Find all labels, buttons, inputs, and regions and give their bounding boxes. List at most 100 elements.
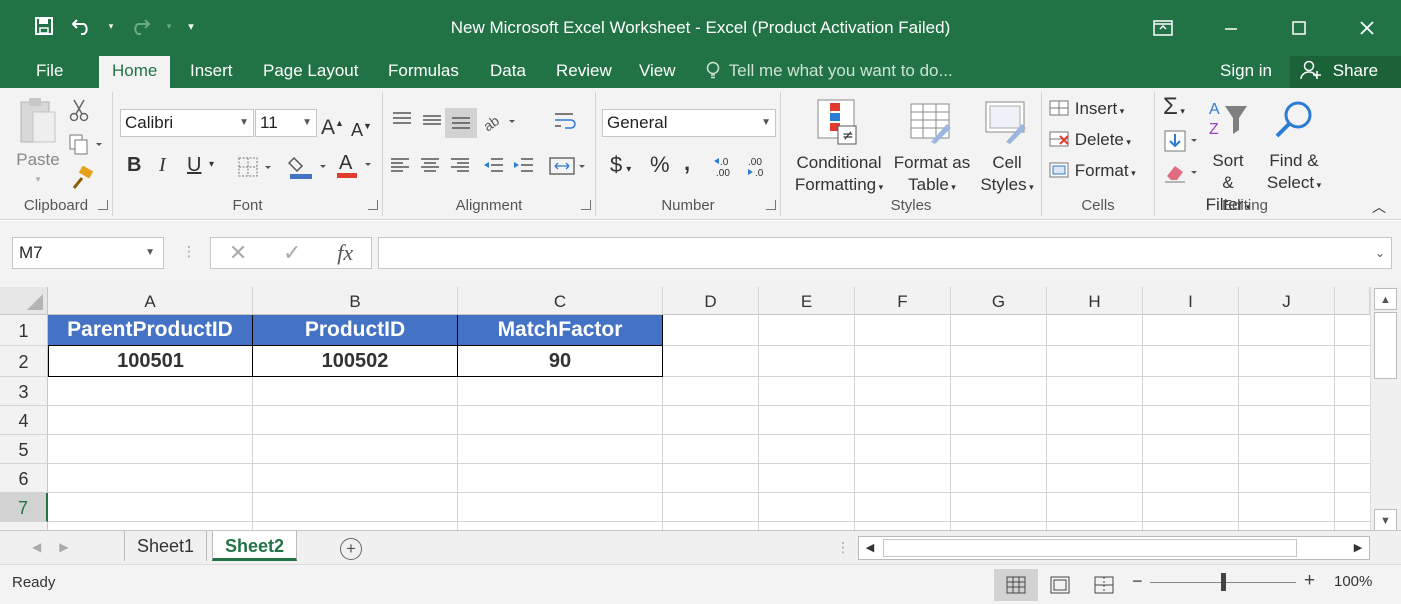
column-header-d[interactable]: D — [663, 287, 759, 315]
find-select-button[interactable]: Find & Select ▾ — [1263, 98, 1325, 196]
align-right-icon[interactable] — [449, 156, 471, 182]
share-button[interactable]: Share — [1290, 56, 1401, 88]
column-header-j[interactable]: J — [1239, 287, 1335, 315]
increase-decimal-icon[interactable]: .0.00 — [714, 156, 742, 184]
cancel-icon[interactable]: ✕ — [229, 240, 247, 266]
scroll-right-icon[interactable]: ▶ — [1347, 537, 1369, 559]
formula-input[interactable]: ⌄ — [378, 237, 1392, 269]
sign-in-link[interactable]: Sign in — [1220, 56, 1272, 86]
normal-view-icon[interactable] — [994, 569, 1038, 601]
increase-indent-icon[interactable] — [511, 156, 535, 182]
column-header-e[interactable]: E — [759, 287, 855, 315]
increase-font-size-icon[interactable]: A▲ — [321, 112, 344, 139]
page-layout-view-icon[interactable] — [1038, 569, 1082, 601]
zoom-slider-thumb[interactable] — [1221, 573, 1226, 591]
row-header-1[interactable]: 1 — [0, 315, 48, 346]
align-left-icon[interactable] — [389, 156, 411, 182]
horizontal-scrollbar[interactable]: ◀ ▶ — [858, 536, 1370, 560]
table-header-cell[interactable]: MatchFactor — [458, 315, 663, 346]
worksheet-grid[interactable]: A B C D E F G H I J 1 2 3 4 5 6 7 Parent… — [0, 287, 1401, 530]
delete-cells-button[interactable]: Delete ▾ — [1048, 129, 1131, 153]
underline-dropdown-icon[interactable]: ▾ — [209, 154, 214, 176]
accounting-format-button[interactable]: $ ▾ — [610, 154, 631, 181]
alignment-launcher-icon[interactable] — [581, 200, 591, 210]
zoom-out-button[interactable]: − — [1132, 571, 1143, 592]
ribbon-display-options-icon[interactable] — [1129, 0, 1197, 56]
tab-split-handle[interactable]: ⋮ — [836, 539, 850, 556]
scroll-left-icon[interactable]: ◀ — [859, 537, 881, 559]
autosum-icon[interactable]: Σ ▾ — [1163, 95, 1185, 122]
decrease-decimal-icon[interactable]: .00.0 — [746, 156, 774, 184]
row-header-6[interactable]: 6 — [0, 464, 48, 493]
cut-icon[interactable] — [68, 98, 92, 128]
fill-color-icon[interactable] — [287, 154, 328, 186]
fill-icon[interactable] — [1163, 130, 1199, 158]
format-painter-icon[interactable] — [70, 165, 96, 196]
font-size-combo[interactable]: 11 ▼ — [255, 109, 317, 137]
format-cells-button[interactable]: Format ▾ — [1048, 160, 1136, 184]
table-header-cell[interactable]: ProductID — [253, 315, 458, 346]
tell-me-search[interactable]: Tell me what you want to do... — [706, 56, 953, 88]
font-color-icon[interactable]: A — [337, 150, 377, 186]
underline-button[interactable]: U — [187, 154, 201, 176]
column-header-f[interactable]: F — [855, 287, 951, 315]
merge-center-icon[interactable] — [549, 156, 589, 184]
page-break-preview-icon[interactable] — [1082, 569, 1126, 601]
zoom-in-button[interactable]: + — [1304, 570, 1315, 592]
comma-style-button[interactable]: , — [684, 152, 690, 174]
top-align-icon[interactable] — [391, 110, 413, 136]
font-name-combo[interactable]: Calibri ▼ — [120, 109, 254, 137]
row-header-5[interactable]: 5 — [0, 435, 48, 464]
name-box[interactable]: M7 ▼ — [12, 237, 164, 269]
minimize-icon[interactable] — [1197, 0, 1265, 56]
column-header-h[interactable]: H — [1047, 287, 1143, 315]
enter-icon[interactable]: ✓ — [283, 240, 301, 266]
formula-bar-resize-handle[interactable]: ⋮ — [182, 243, 196, 260]
tab-view[interactable]: View — [626, 56, 689, 88]
number-format-combo[interactable]: General ▼ — [602, 109, 776, 137]
percent-style-button[interactable]: % — [650, 154, 670, 176]
align-center-icon[interactable] — [419, 156, 441, 182]
paste-button[interactable]: Paste ▾ — [12, 96, 64, 190]
tab-insert[interactable]: Insert — [177, 56, 246, 88]
clipboard-launcher-icon[interactable] — [98, 200, 108, 210]
borders-icon[interactable] — [237, 156, 273, 184]
maximize-icon[interactable] — [1265, 0, 1333, 56]
table-data-cell[interactable]: 100502 — [253, 346, 458, 377]
column-header-k[interactable] — [1335, 287, 1370, 315]
copy-icon[interactable] — [68, 134, 104, 162]
middle-align-icon[interactable] — [421, 110, 443, 136]
insert-function-icon[interactable]: fx — [337, 240, 353, 266]
collapse-ribbon-icon[interactable]: ︿ — [1372, 196, 1386, 218]
wrap-text-icon[interactable] — [553, 110, 577, 138]
font-launcher-icon[interactable] — [368, 200, 378, 210]
row-header-4[interactable]: 4 — [0, 406, 48, 435]
column-header-c[interactable]: C — [458, 287, 663, 315]
number-launcher-icon[interactable] — [766, 200, 776, 210]
table-header-cell[interactable]: ParentProductID — [48, 315, 253, 346]
decrease-font-size-icon[interactable]: A▼ — [351, 115, 372, 141]
column-header-g[interactable]: G — [951, 287, 1047, 315]
bottom-align-icon[interactable] — [445, 108, 477, 138]
sheet-nav-arrows[interactable]: ◀▶ — [32, 540, 86, 554]
horizontal-scroll-thumb[interactable] — [883, 539, 1297, 557]
insert-cells-button[interactable]: Insert ▾ — [1048, 98, 1124, 122]
table-data-cell[interactable]: 90 — [458, 346, 663, 377]
vertical-scroll-thumb[interactable] — [1374, 312, 1397, 379]
row-header-3[interactable]: 3 — [0, 377, 48, 406]
column-header-i[interactable]: I — [1143, 287, 1239, 315]
sheet-tab-sheet1[interactable]: Sheet1 — [124, 531, 208, 561]
close-icon[interactable] — [1333, 0, 1401, 56]
tab-file[interactable]: File — [23, 56, 76, 88]
row-header-8[interactable] — [0, 522, 48, 530]
tab-review[interactable]: Review — [543, 56, 625, 88]
scroll-up-icon[interactable]: ▲ — [1374, 288, 1397, 310]
italic-button[interactable]: I — [159, 154, 166, 176]
scroll-down-icon[interactable]: ▼ — [1374, 509, 1397, 530]
column-header-b[interactable]: B — [253, 287, 458, 315]
conditional-formatting-button[interactable]: ≠ Conditional Formatting ▾ — [787, 98, 891, 198]
decrease-indent-icon[interactable] — [481, 156, 505, 182]
row-header-2[interactable]: 2 — [0, 346, 48, 377]
column-header-a[interactable]: A — [48, 287, 253, 315]
vertical-scrollbar[interactable]: ▲ ▼ — [1370, 287, 1401, 530]
